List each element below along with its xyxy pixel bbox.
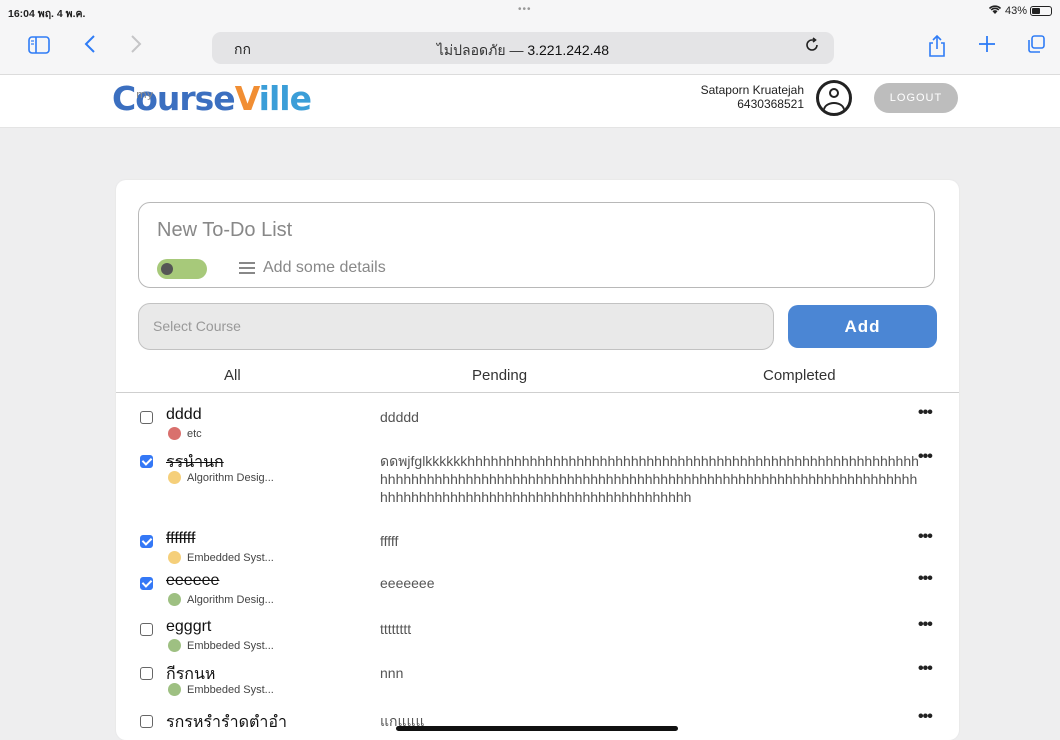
forward-icon[interactable]	[130, 34, 142, 60]
course-color-dot	[168, 471, 181, 484]
todo-checkbox[interactable]	[140, 667, 153, 680]
tab-pending[interactable]: Pending	[472, 367, 527, 384]
course-color-dot	[168, 683, 181, 696]
more-icon[interactable]: •••	[918, 660, 933, 678]
status-time: 16:04 พฤ. 4 พ.ค.	[8, 8, 86, 20]
avatar-icon[interactable]	[816, 80, 852, 116]
course-tag: Embbeded Syst...	[168, 639, 274, 652]
user-id: 6430368521	[737, 97, 804, 111]
more-icon[interactable]: •••	[918, 570, 933, 588]
todo-title: egggrt	[166, 618, 212, 635]
todo-checkbox[interactable]	[140, 411, 153, 424]
site-header: my CourseVille Sataporn Kruatejah 643036…	[0, 75, 1060, 128]
tabs-icon[interactable]	[1026, 34, 1046, 60]
user-name: Sataporn Kruatejah	[700, 83, 804, 97]
todo-description: tttttttt	[380, 621, 412, 637]
back-icon[interactable]	[84, 34, 96, 60]
reload-icon[interactable]	[804, 37, 820, 58]
course-name: Embbeded Syst...	[187, 639, 274, 652]
new-todo-input[interactable]: New To-Do List	[157, 219, 292, 242]
tab-all[interactable]: All	[224, 367, 241, 384]
status-bar: 16:04 พฤ. 4 พ.ค. ••• 43%	[0, 0, 1060, 24]
battery-percent: 43%	[1004, 5, 1027, 17]
course-tag: Algorithm Desig...	[168, 593, 274, 606]
todo-title: fffffff	[166, 530, 196, 547]
filter-tabs: All Pending Completed	[116, 362, 959, 393]
sidebar-icon[interactable]	[28, 34, 50, 60]
course-color-dot	[168, 593, 181, 606]
more-icon[interactable]: •••	[918, 708, 933, 726]
courseville-logo[interactable]: my CourseVille	[112, 79, 312, 119]
user-info: Sataporn Kruatejah 6430368521	[701, 83, 804, 111]
details-input[interactable]: Add some details	[239, 259, 386, 277]
todo-checkbox[interactable]	[140, 455, 153, 468]
address-bar[interactable]: กก ไม่ปลอดภัย — 3.221.242.48	[212, 32, 834, 64]
share-icon[interactable]	[928, 34, 946, 64]
battery-icon	[1030, 6, 1052, 16]
course-tag: Embbeded Syst...	[168, 683, 274, 696]
course-color-dot	[168, 639, 181, 652]
todo-checkbox[interactable]	[140, 535, 153, 548]
todo-description: fffff	[380, 533, 399, 549]
plus-icon[interactable]	[977, 34, 997, 60]
todo-card: New To-Do List Add some details Select C…	[116, 180, 959, 740]
course-color-dot	[168, 427, 181, 440]
todo-checkbox[interactable]	[140, 577, 153, 590]
more-icon[interactable]: •••	[918, 528, 933, 546]
course-name: Algorithm Desig...	[187, 471, 274, 484]
course-tag: Algorithm Desig...	[168, 471, 274, 484]
course-name: Embedded Syst...	[187, 551, 274, 564]
todo-title: dddd	[166, 406, 202, 423]
details-lines-icon	[239, 262, 255, 274]
todo-title: รกรหรำรำดตำอำ	[166, 714, 287, 731]
todo-description: nnn	[380, 665, 404, 681]
address-ip: 3.221.242.48	[527, 42, 610, 58]
course-tag: etc	[168, 427, 202, 440]
course-tag: Embedded Syst...	[168, 551, 274, 564]
more-icon[interactable]: •••	[918, 448, 933, 466]
course-name: Algorithm Desig...	[187, 593, 274, 606]
new-todo-box[interactable]: New To-Do List Add some details	[138, 202, 935, 288]
todo-description: eeeeeee	[380, 575, 435, 591]
multitask-dots-icon[interactable]: •••	[518, 4, 532, 15]
tab-completed[interactable]: Completed	[763, 367, 836, 384]
todo-checkbox[interactable]	[140, 623, 153, 636]
course-select[interactable]: Select Course	[138, 303, 774, 350]
todo-description: ddddd	[380, 409, 419, 425]
home-indicator	[396, 726, 678, 731]
insecure-label: ไม่ปลอดภัย —	[436, 42, 528, 58]
wifi-icon	[988, 4, 1002, 18]
address-text[interactable]: ไม่ปลอดภัย — 3.221.242.48	[212, 40, 834, 62]
todo-toggle[interactable]	[157, 259, 207, 279]
more-icon[interactable]: •••	[918, 404, 933, 422]
browser-toolbar: กก ไม่ปลอดภัย — 3.221.242.48	[0, 24, 1060, 75]
battery-status: 43%	[988, 4, 1052, 18]
todo-checkbox[interactable]	[140, 715, 153, 728]
course-name: etc	[187, 427, 202, 440]
course-color-dot	[168, 551, 181, 564]
todo-description: ดดพjfglkkkkkkhhhhhhhhhhhhhhhhhhhhhhhhhhh…	[380, 453, 919, 505]
add-button[interactable]: Add	[788, 305, 937, 348]
more-icon[interactable]: •••	[918, 616, 933, 634]
logout-button[interactable]: LOGOUT	[874, 83, 958, 113]
todo-title: eeeeee	[166, 572, 220, 589]
course-name: Embbeded Syst...	[187, 683, 274, 696]
